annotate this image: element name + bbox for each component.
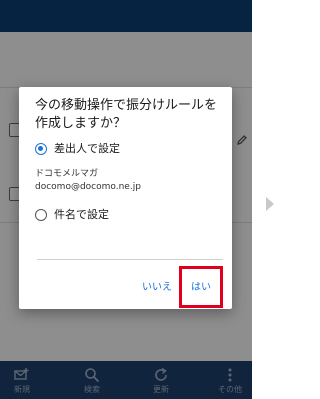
no-button[interactable]: いいえ	[139, 281, 175, 295]
radio-sender[interactable]	[35, 143, 47, 155]
dialog-title: 今の移動操作で振分けルールを 作成しますか？	[35, 98, 218, 131]
create-rule-dialog: 今の移動操作で振分けルールを 作成しますか？ 差出人で設定 ドコモメルマガ do…	[19, 87, 232, 309]
phone-screen: 新規 検索 更新 その他 今の移動操作で振分けルールを 作成しますか？ 差出人で…	[0, 0, 252, 399]
option-subject-label[interactable]: 件名で設定	[54, 208, 109, 222]
sender-name: ドコモメルマガ	[35, 169, 99, 179]
radio-subject[interactable]	[35, 209, 47, 221]
yes-button-highlight	[179, 266, 223, 308]
sender-email: docomo@docomo.ne.jp	[35, 182, 141, 192]
next-step-arrow	[266, 197, 274, 211]
option-sender-label[interactable]: 差出人で設定	[54, 142, 120, 156]
dialog-divider	[37, 259, 223, 260]
